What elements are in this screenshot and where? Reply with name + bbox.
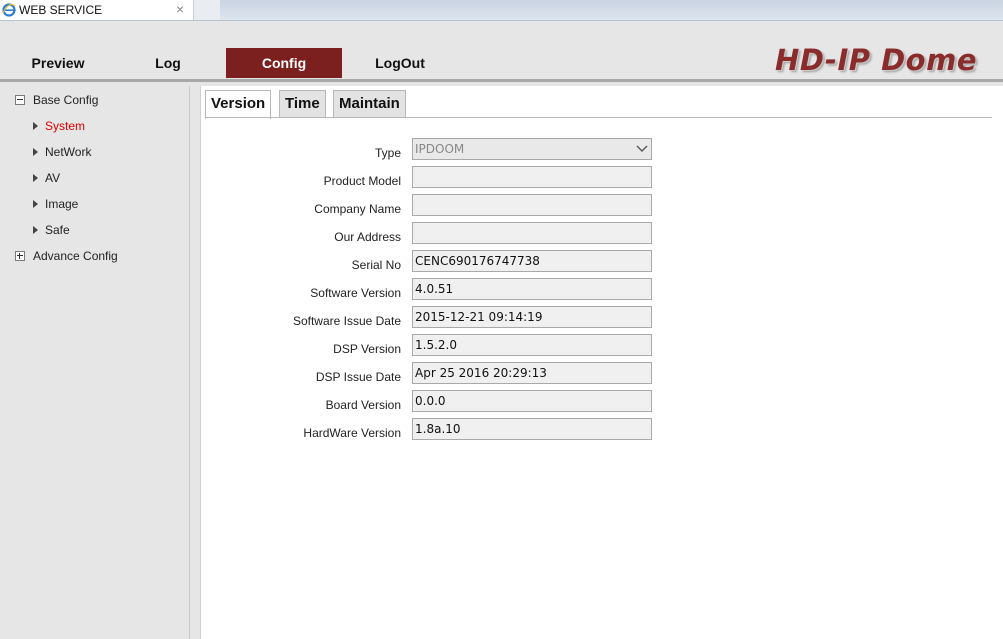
caret-right-icon — [33, 122, 38, 130]
hardware-version-field[interactable]: 1.8a.10 — [412, 418, 652, 440]
browser-toolbar — [220, 0, 1003, 20]
nav-logout[interactable]: LogOut — [342, 48, 458, 78]
product-model-label: Product Model — [323, 174, 401, 188]
nav-log[interactable]: Log — [110, 48, 226, 78]
type-select-value: IPDOOM — [415, 142, 465, 156]
browser-tab-strip: WEB SERVICE × — [0, 0, 1003, 21]
ie-icon — [2, 3, 16, 17]
sidebar-gutter — [190, 86, 200, 639]
new-tab-button[interactable] — [194, 0, 220, 20]
hardware-version-label: HardWare Version — [303, 426, 401, 440]
tab-time[interactable]: Time — [279, 90, 326, 117]
board-version-label: Board Version — [325, 398, 401, 412]
sidebar-item-label: System — [45, 119, 86, 133]
nav-preview[interactable]: Preview — [0, 48, 116, 78]
sidebar: Base Config System NetWork AV Image Safe… — [0, 86, 190, 639]
dsp-version-field[interactable]: 1.5.2.0 — [412, 334, 652, 356]
dsp-issue-date-field[interactable]: Apr 25 2016 20:29:13 — [412, 362, 652, 384]
board-version-field[interactable]: 0.0.0 — [412, 390, 652, 412]
brand-logo: HD-IP Dome — [775, 43, 977, 77]
our-address-label: Our Address — [334, 230, 401, 244]
nav-config[interactable]: Config — [226, 48, 342, 78]
software-version-field[interactable]: 4.0.51 — [412, 278, 652, 300]
product-model-field[interactable] — [412, 166, 652, 188]
software-issue-date-field[interactable]: 2015-12-21 09:14:19 — [412, 306, 652, 328]
chevron-down-icon — [636, 145, 648, 152]
type-select[interactable]: IPDOOM — [412, 138, 652, 160]
app-header: Preview Log Config LogOut HD-IP Dome — [0, 21, 1003, 79]
tab-maintain[interactable]: Maintain — [333, 90, 406, 117]
tree-group-label: Base Config — [33, 93, 99, 107]
software-issue-date-label: Software Issue Date — [292, 314, 401, 328]
serial-no-label: Serial No — [351, 258, 401, 272]
company-name-label: Company Name — [314, 202, 401, 216]
tabs-divider — [205, 117, 992, 118]
type-label: Type — [374, 146, 401, 160]
dsp-version-label: DSP Version — [333, 342, 401, 356]
close-icon[interactable]: × — [176, 1, 184, 17]
browser-tab-title: WEB SERVICE — [19, 3, 103, 17]
company-name-field[interactable] — [412, 194, 652, 216]
dsp-issue-date-label: DSP Issue Date — [315, 370, 401, 384]
browser-tab[interactable]: WEB SERVICE × — [0, 0, 194, 20]
serial-no-field[interactable]: CENC690176747738 — [412, 250, 652, 272]
software-version-label: Software Version — [310, 286, 401, 300]
collapse-icon[interactable] — [15, 95, 25, 105]
our-address-field[interactable] — [412, 222, 652, 244]
tab-version[interactable]: Version — [205, 90, 272, 119]
